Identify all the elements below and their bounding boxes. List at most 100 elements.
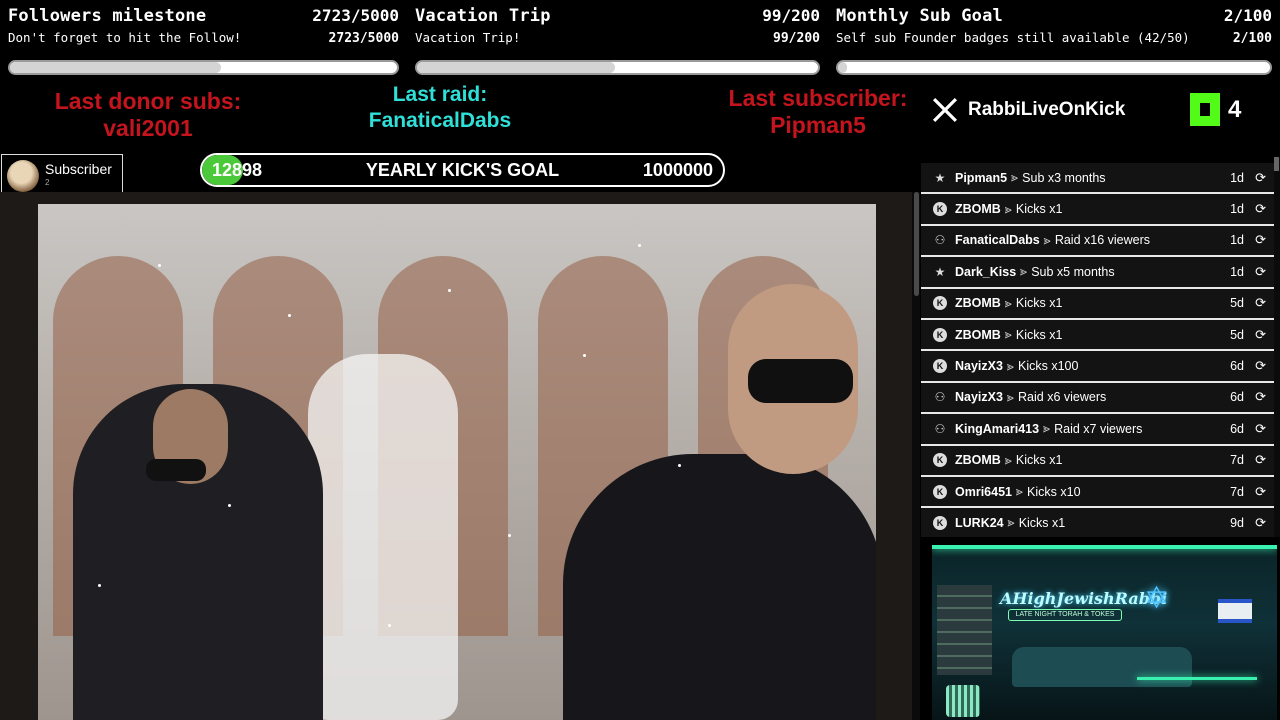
event-time: 1d [1230, 202, 1244, 217]
trash-bin [946, 685, 980, 717]
replay-icon[interactable]: ⟳ [1255, 421, 1266, 437]
goal-count: 2723/5000 [312, 6, 399, 25]
last-donor-label: Last donor subs: [54, 88, 242, 114]
goal-title: Followers milestone [8, 6, 207, 26]
event-time: 1d [1230, 233, 1244, 248]
event-time: 6d [1230, 421, 1244, 436]
event-user: Omri6451 [955, 484, 1012, 499]
event-action: Kicks x1 [1015, 453, 1063, 468]
x-logo-icon [932, 97, 958, 123]
kick-icon: K [933, 515, 947, 530]
snowflake [158, 264, 161, 267]
event-action: Kicks x1 [1015, 202, 1063, 217]
kick-icon: K [933, 484, 947, 499]
event-row: K ZBOMB ⪢ Kicks x1 5d ⟳ [921, 288, 1274, 320]
video-scrollbar-thumb[interactable] [914, 192, 919, 296]
raid-icon: ⚇ [934, 421, 946, 436]
replay-icon[interactable]: ⟳ [1255, 327, 1266, 343]
raid-icon: ⚇ [934, 233, 946, 248]
replay-icon[interactable]: ⟳ [1255, 515, 1266, 531]
last-subscriber: Last subscriber: Pipman5 [703, 85, 933, 139]
star-of-david-icon: ✡ [1144, 582, 1170, 615]
last-subscriber-name: Pipman5 [770, 112, 866, 138]
sofa [1012, 647, 1192, 687]
event-row: ⚇ FanaticalDabs ⪢ Raid x16 viewers 1d ⟳ [921, 225, 1274, 258]
goal-sub-count: 99/200 [773, 31, 820, 46]
replay-icon[interactable]: ⟳ [1255, 358, 1266, 374]
star-icon: ★ [934, 264, 946, 279]
snowflake [288, 314, 291, 317]
event-row: ⚇ KingAmari413 ⪢ Raid x7 viewers 6d ⟳ [921, 414, 1274, 446]
last-raid-label: Last raid: [392, 83, 488, 106]
replay-icon[interactable]: ⟳ [1255, 264, 1266, 280]
goal-sub-count: 2723/5000 [328, 31, 399, 46]
replay-icon[interactable]: ⟳ [1255, 170, 1266, 186]
channel-brand: AHighJewishRabbi [1000, 589, 1168, 608]
kick-icon: K [933, 202, 947, 217]
event-action: Kicks x1 [1015, 327, 1063, 342]
goal-sub-count: 2/100 [1232, 31, 1272, 46]
event-time: 5d [1230, 296, 1244, 311]
events-scrollbar-thumb[interactable] [1274, 157, 1279, 171]
event-time: 9d [1230, 515, 1244, 530]
goal-monthly-sub: Monthly Sub Goal 2/100 Self sub Founder … [828, 0, 1280, 82]
event-user: ZBOMB [955, 453, 1001, 468]
event-action: Kicks x1 [1015, 296, 1063, 311]
goal-progress-fill [417, 62, 616, 73]
goal-title: Vacation Trip [415, 6, 551, 26]
event-row: ⚇ NayizX3 ⪢ Raid x6 viewers 6d ⟳ [921, 382, 1274, 415]
event-time: 1d [1230, 170, 1244, 185]
replay-icon[interactable]: ⟳ [1255, 484, 1266, 500]
event-row: ★ Pipman5 ⪢ Sub x3 months 1d ⟳ [921, 163, 1274, 195]
replay-icon[interactable]: ⟳ [1255, 232, 1266, 248]
video-player[interactable] [0, 192, 912, 720]
snowflake [678, 464, 681, 467]
event-user: ZBOMB [955, 327, 1001, 342]
yearly-goal-target: 1000000 [642, 160, 713, 180]
event-row: K ZBOMB ⪢ Kicks x1 5d ⟳ [921, 319, 1274, 352]
goal-count: 2/100 [1223, 6, 1272, 25]
goal-progress-bar [415, 60, 820, 75]
snowflake [98, 584, 101, 587]
replay-icon[interactable]: ⟳ [1255, 452, 1266, 468]
event-action: Kicks x100 [1018, 359, 1079, 374]
event-user: Pipman5 [955, 170, 1008, 185]
event-separator: ⪢ [1015, 484, 1024, 499]
subscriber-label: Subscriber [45, 160, 112, 177]
event-action: Kicks x1 [1018, 515, 1066, 530]
event-user: NayizX3 [955, 390, 1003, 405]
neon-light [1137, 677, 1257, 680]
event-separator: ⪢ [1006, 358, 1015, 373]
snowflake [448, 289, 451, 292]
israel-flag-icon [1218, 599, 1252, 623]
replay-icon[interactable]: ⟳ [1255, 201, 1266, 217]
event-user: FanaticalDabs [955, 233, 1040, 248]
kick-icon: K [933, 296, 947, 311]
sunglasses [146, 459, 206, 481]
goal-progress-bar [836, 60, 1272, 75]
last-donor-subs: Last donor subs: vali2001 [38, 88, 258, 142]
event-separator: ⪢ [1006, 389, 1015, 404]
raid-icon: ⚇ [934, 390, 946, 405]
last-raid: Last raid: FanaticalDabs [340, 82, 540, 134]
event-separator: ⪢ [1004, 201, 1012, 216]
event-row: K Omri6451 ⪢ Kicks x10 7d ⟳ [921, 476, 1274, 509]
recent-events-list: ★ Pipman5 ⪢ Sub x3 months 1d ⟳ K ZBOMB ⪢ Kicks x1… [921, 163, 1274, 537]
replay-icon[interactable]: ⟳ [1255, 295, 1266, 311]
event-row: K LURK24 ⪢ Kicks x1 9d ⟳ [921, 508, 1274, 537]
replay-icon[interactable]: ⟳ [1255, 389, 1266, 405]
event-user: Dark_Kiss [955, 264, 1017, 279]
event-user: ZBOMB [955, 296, 1001, 311]
event-user: LURK24 [955, 515, 1004, 530]
neon-light [932, 545, 1277, 549]
last-subscriber-label: Last subscriber: [728, 85, 908, 111]
kick-icon: K [933, 327, 947, 342]
events-scrollbar[interactable] [1274, 157, 1280, 537]
goal-progress-fill [838, 62, 847, 73]
event-separator: ⪢ [1004, 295, 1012, 310]
goal-subtitle: Vacation Trip! [415, 30, 521, 45]
kick-count: 4 [1228, 95, 1242, 123]
event-time: 7d [1230, 453, 1244, 468]
person-right [563, 454, 876, 720]
goal-count: 99/200 [762, 6, 820, 25]
